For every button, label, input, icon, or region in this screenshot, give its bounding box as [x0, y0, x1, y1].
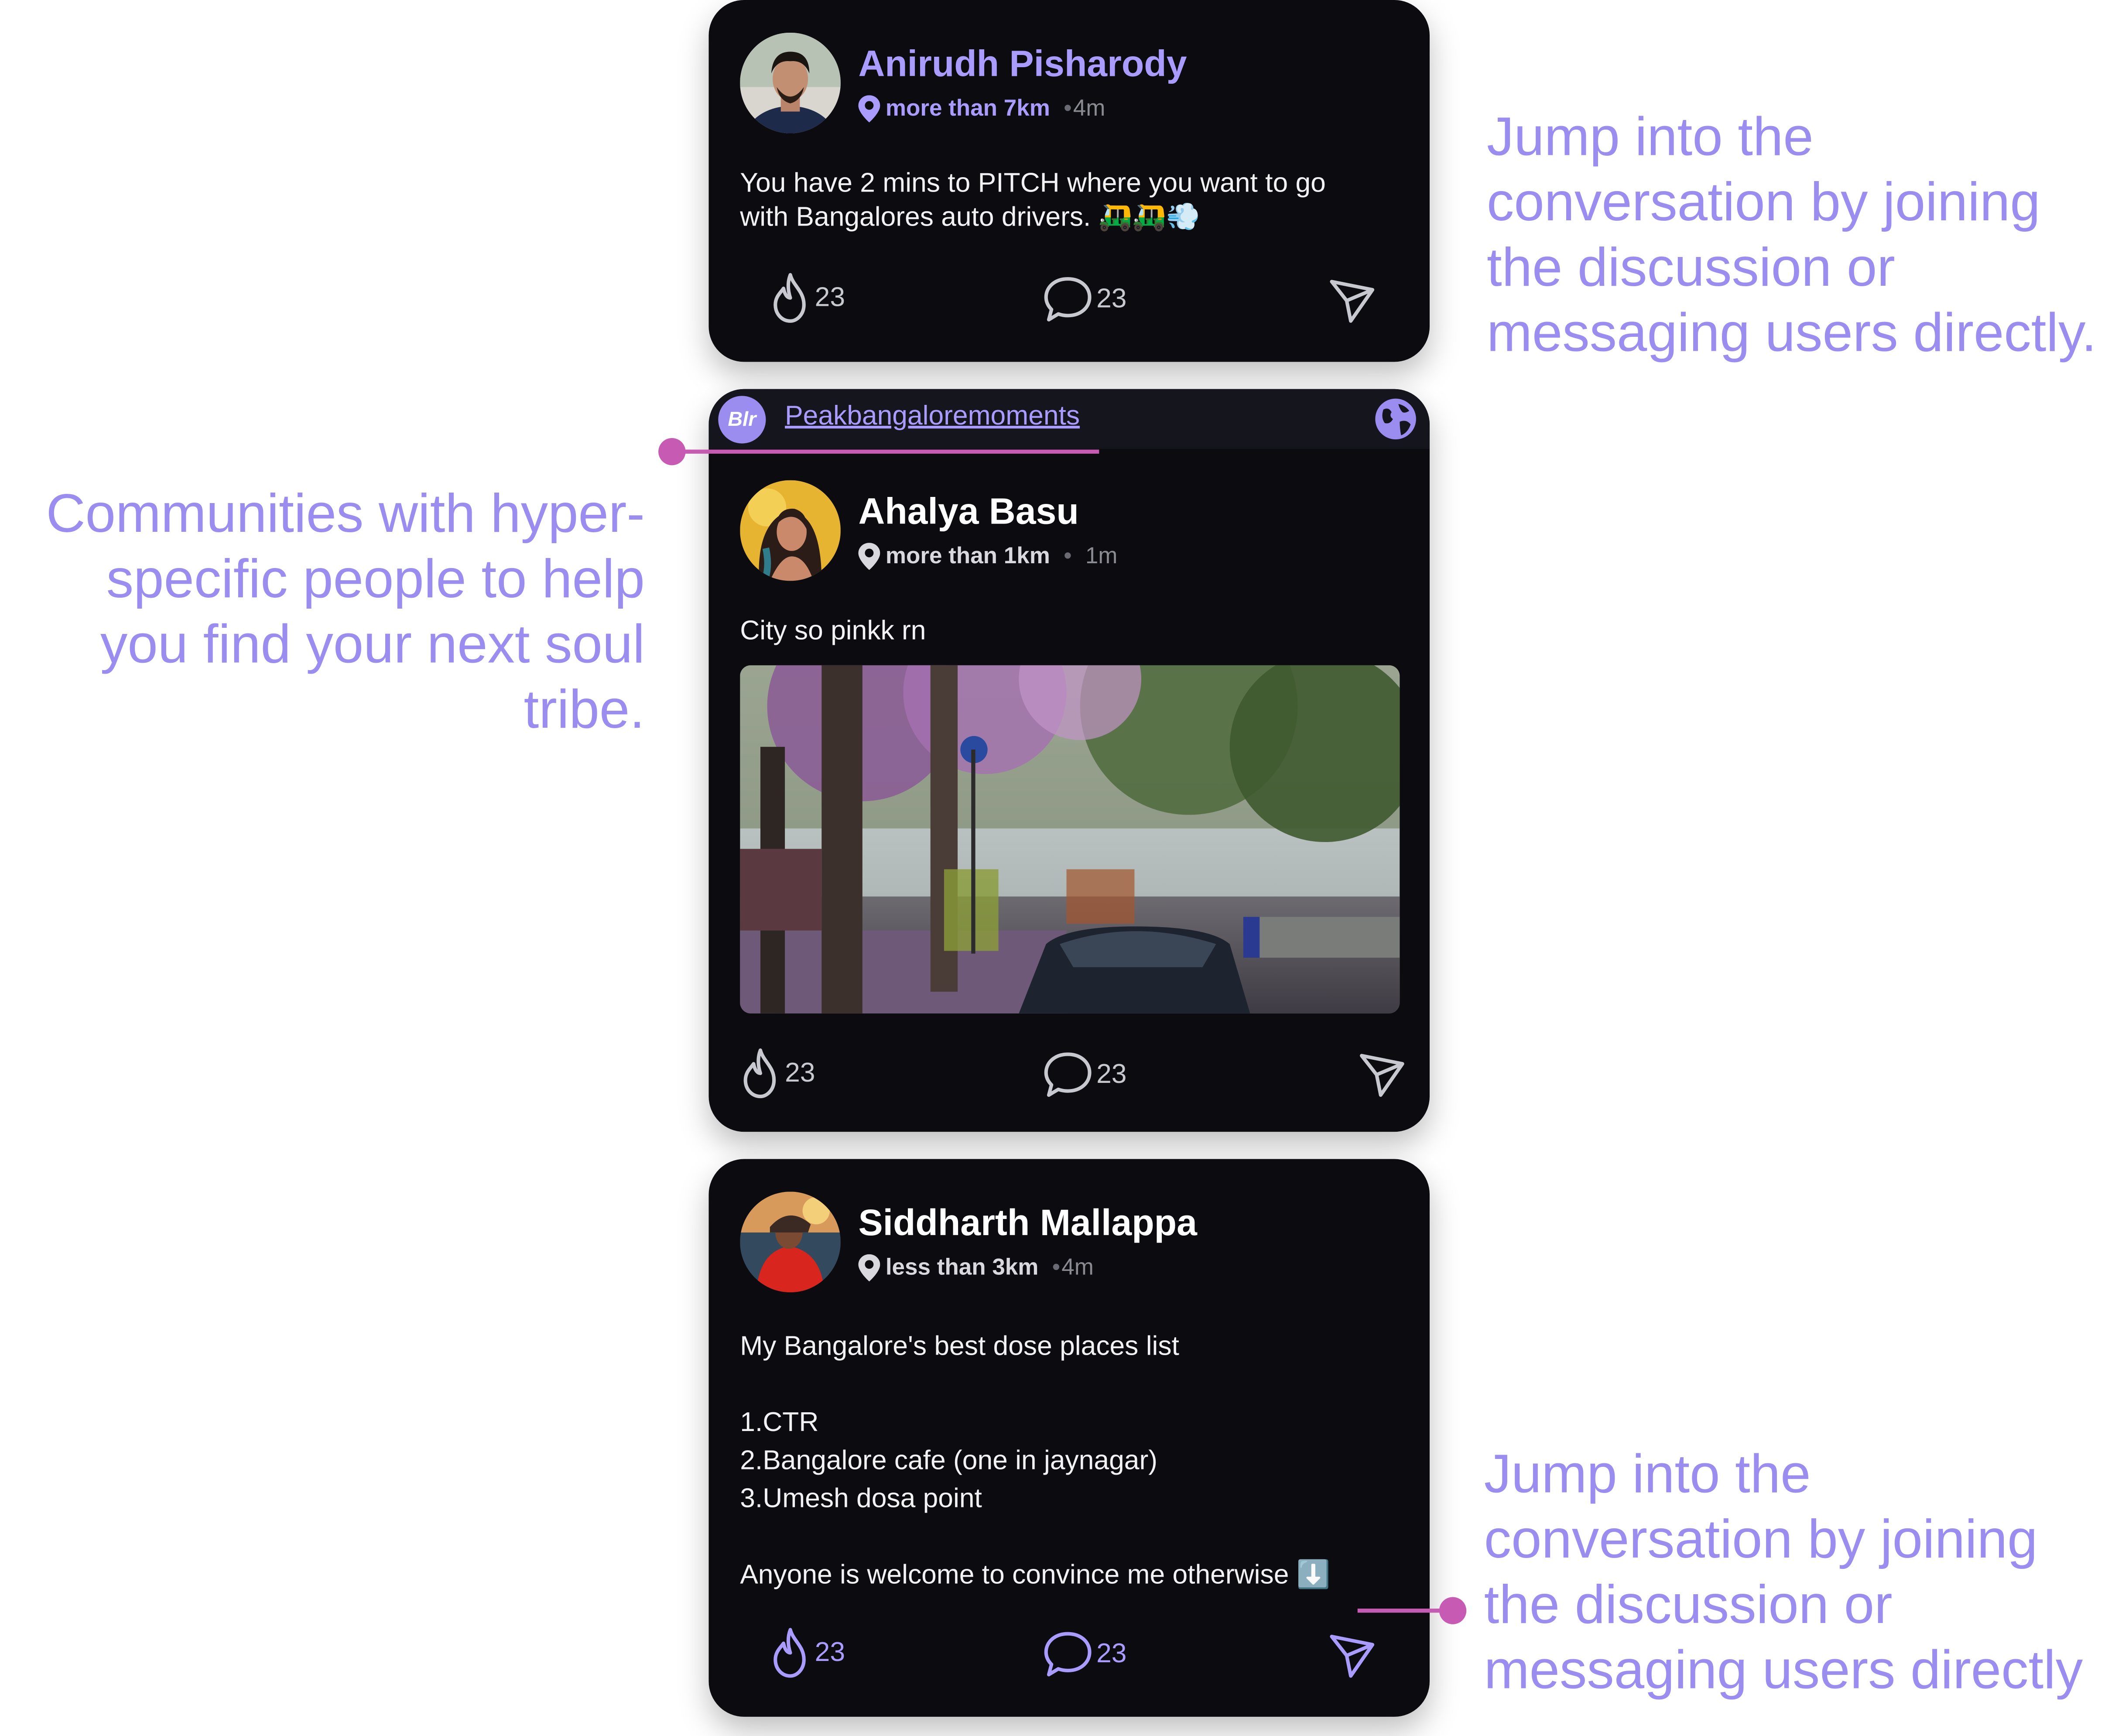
separator-dot: • [1064, 543, 1072, 569]
avatar[interactable] [740, 480, 841, 581]
like-count: 23 [785, 1058, 815, 1088]
location-pin-icon [858, 543, 880, 570]
send-icon [1330, 280, 1375, 323]
comment-button[interactable]: 23 [1042, 1630, 1126, 1678]
like-button[interactable]: 23 [739, 1048, 815, 1099]
post-card-ahalya[interactable]: Blr Peakbangaloremoments Ahalya Basu mor… [708, 389, 1430, 1132]
post-time: 4m [1073, 95, 1105, 121]
like-count: 23 [815, 1637, 845, 1668]
like-count: 23 [815, 282, 845, 312]
connector-send [1357, 1597, 1467, 1624]
post-card-anirudh[interactable]: Anirudh Pisharody more than 7km • 4m You… [708, 0, 1430, 362]
flame-icon [774, 1628, 806, 1678]
send-button[interactable] [1328, 276, 1376, 325]
comment-button[interactable]: 23 [1042, 1050, 1126, 1099]
comment-bubble-icon [1044, 277, 1092, 322]
post-card-siddharth[interactable]: Siddharth Mallappa less than 3km • 4m My… [708, 1159, 1430, 1717]
post-body: My Bangalore's best dose places list 1.C… [740, 1332, 1331, 1590]
globe-icon[interactable] [1372, 396, 1419, 442]
avatar[interactable] [740, 32, 841, 134]
post-meta: more than 1km • 1m [858, 543, 1117, 570]
location-pin-icon [858, 1254, 880, 1282]
post-meta: less than 3km • 4m [858, 1254, 1094, 1282]
author-name[interactable]: Siddharth Mallappa [858, 1202, 1197, 1245]
comment-bubble-icon [1044, 1632, 1092, 1677]
send-icon [1360, 1054, 1404, 1097]
post-meta: more than 7km • 4m [858, 95, 1105, 123]
author-name[interactable]: Ahalya Basu [858, 491, 1078, 534]
like-button[interactable]: 23 [769, 1627, 845, 1678]
distance: more than 1km [885, 543, 1050, 569]
post-time: 1m [1085, 543, 1118, 569]
distance: more than 7km [885, 95, 1050, 121]
post-time: 4m [1061, 1254, 1094, 1281]
flame-icon [774, 273, 806, 323]
distance: less than 3km [885, 1254, 1039, 1281]
separator-dot: • [1064, 95, 1072, 121]
separator-dot: • [1052, 1254, 1061, 1281]
send-button[interactable] [1328, 1631, 1376, 1680]
canvas: Anirudh Pisharody more than 7km • 4m You… [0, 0, 2122, 1736]
comment-button[interactable]: 23 [1042, 275, 1126, 324]
author-name[interactable]: Anirudh Pisharody [858, 44, 1187, 86]
post-image[interactable] [740, 665, 1400, 1014]
post-body: You have 2 mins to PITCH where you want … [740, 168, 1326, 233]
connector-community [658, 438, 1099, 466]
annotation-top-right: Jump into the conversation by joining th… [1486, 107, 2097, 363]
like-button[interactable]: 23 [769, 272, 845, 324]
post-body: City so pinkk rn [740, 616, 926, 647]
community-link[interactable]: Peakbangaloremoments [785, 401, 1080, 433]
send-button[interactable] [1358, 1050, 1407, 1099]
annotation-left: Communities with hyper- specific people … [46, 484, 645, 740]
comment-count: 23 [1096, 1059, 1127, 1089]
avatar[interactable] [740, 1192, 841, 1293]
flame-icon [743, 1048, 776, 1099]
comment-bubble-icon [1044, 1052, 1092, 1097]
comment-count: 23 [1096, 284, 1127, 314]
send-icon [1330, 1634, 1375, 1678]
location-pin-icon [858, 95, 880, 123]
annotation-bottom-right: Jump into the conversation by joining th… [1484, 1445, 2083, 1701]
comment-count: 23 [1096, 1638, 1127, 1669]
